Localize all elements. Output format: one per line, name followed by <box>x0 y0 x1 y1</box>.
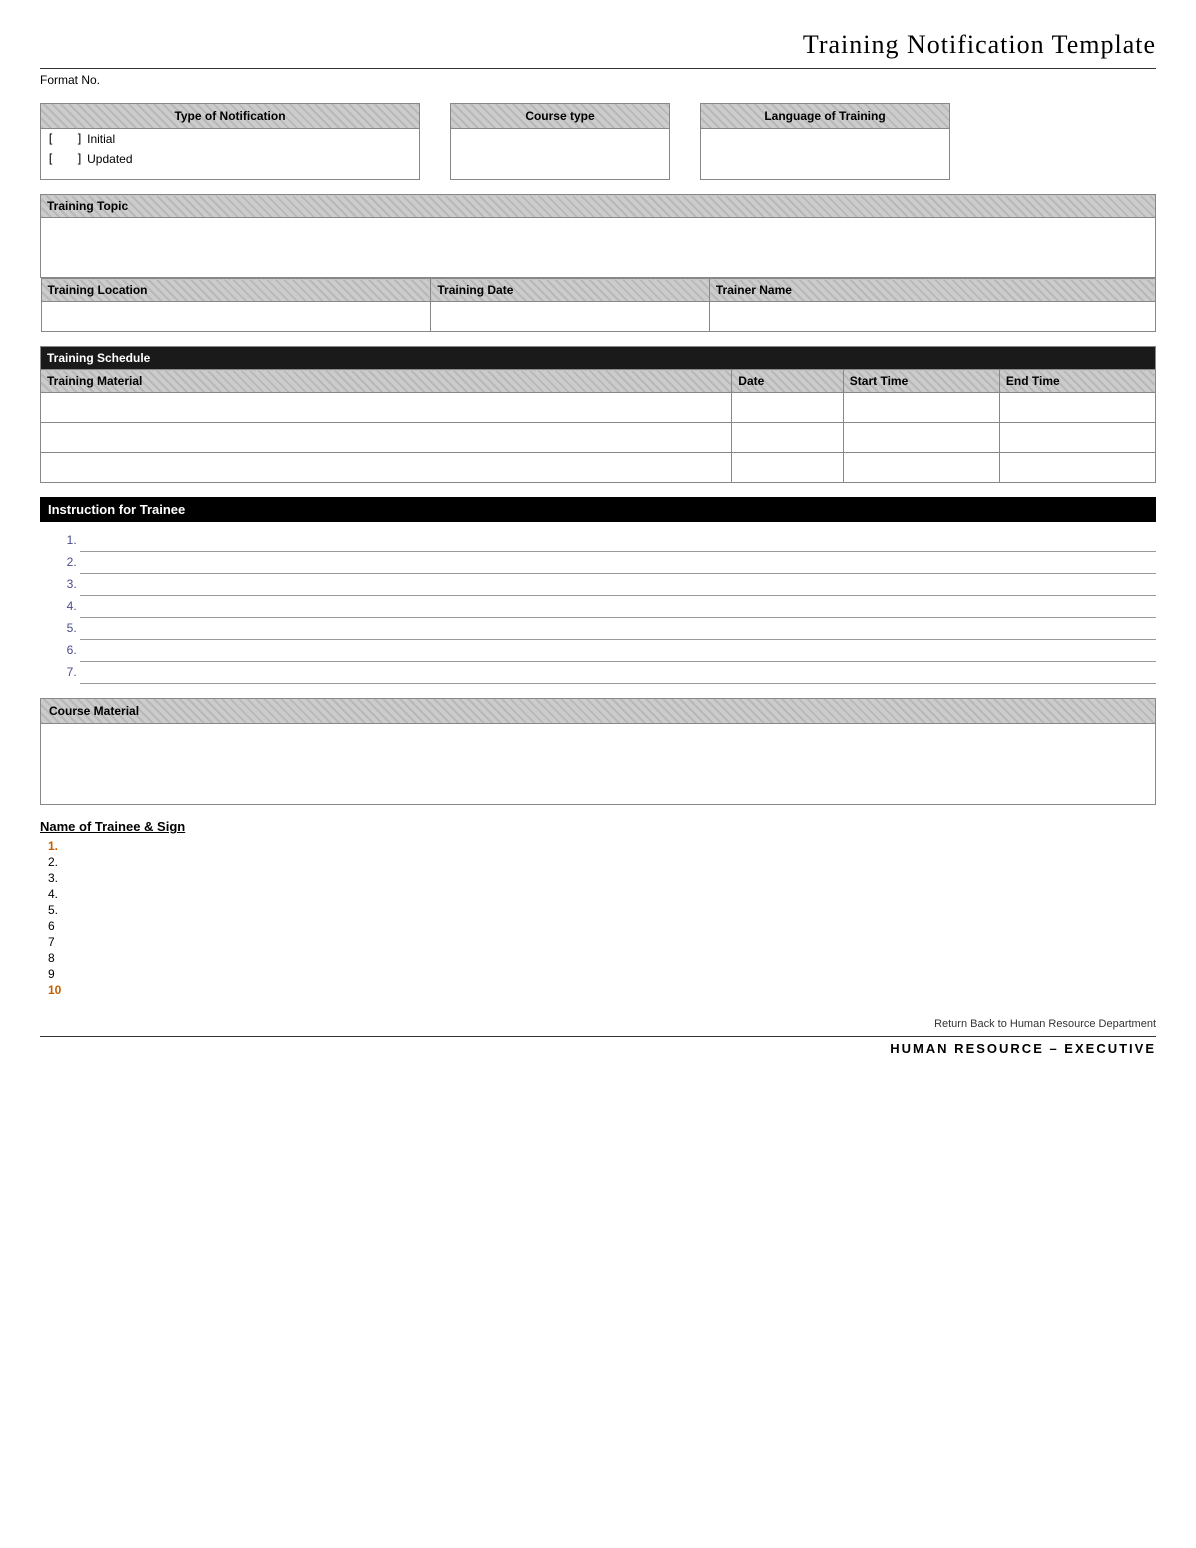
course-type-header: Course type <box>451 104 669 129</box>
end-time-row3 <box>999 453 1155 483</box>
format-no-label: Format No. <box>40 73 100 87</box>
instruction-list <box>40 530 1156 684</box>
initial-bracket: [ ] <box>47 132 83 146</box>
end-time-row1 <box>999 393 1155 423</box>
material-row2 <box>41 423 732 453</box>
material-row3 <box>41 453 732 483</box>
format-no-row: Format No. <box>40 68 1156 87</box>
instruction-item-4 <box>80 596 1156 618</box>
start-time-row3 <box>843 453 999 483</box>
course-type-col: Course type <box>450 103 670 180</box>
trainee-title: Name of Trainee & Sign <box>40 819 1156 834</box>
course-type-body <box>451 129 669 179</box>
trainee-item-4: 4. <box>48 886 1156 902</box>
trainee-item-9: 9 <box>48 966 1156 982</box>
material-row1 <box>41 393 732 423</box>
start-time-header: Start Time <box>843 370 999 393</box>
top-section: Type of Notification [ ] Initial [ ] Upd… <box>40 103 1156 180</box>
type-of-notification-col: Type of Notification [ ] Initial [ ] Upd… <box>40 103 420 180</box>
trainee-item-7: 7 <box>48 934 1156 950</box>
initial-row: [ ] Initial <box>41 129 419 149</box>
updated-row: [ ] Updated <box>41 149 419 169</box>
training-topic-data <box>41 218 1156 278</box>
date-row2 <box>732 423 844 453</box>
instruction-item-3 <box>80 574 1156 596</box>
date-header: Date <box>732 370 844 393</box>
instruction-item-1 <box>80 530 1156 552</box>
date-row3 <box>732 453 844 483</box>
return-note: Return Back to Human Resource Department <box>40 1018 1156 1030</box>
trainer-name-data <box>709 302 1155 332</box>
instruction-item-6 <box>80 640 1156 662</box>
trainee-item-10: 10 <box>48 982 1156 998</box>
training-location-header: Training Location <box>41 279 431 302</box>
training-location-data <box>41 302 431 332</box>
training-topic-header: Training Topic <box>41 195 1156 218</box>
type-of-notification-header: Type of Notification <box>41 104 419 129</box>
course-material-header: Course Material <box>41 699 1155 724</box>
instruction-header: Instruction for Trainee <box>40 497 1156 522</box>
training-topic-table: Training Topic Training Location Trainin… <box>40 194 1156 332</box>
course-material-box: Course Material <box>40 698 1156 805</box>
initial-label: Initial <box>87 132 115 146</box>
trainee-item-1: 1. <box>48 838 1156 854</box>
trainer-name-header: Trainer Name <box>709 279 1155 302</box>
updated-bracket: [ ] <box>47 152 83 166</box>
end-time-header: End Time <box>999 370 1155 393</box>
instruction-item-2 <box>80 552 1156 574</box>
training-material-header: Training Material <box>41 370 732 393</box>
course-material-body <box>41 724 1155 804</box>
training-schedule-header: Training Schedule <box>41 347 1156 370</box>
date-row1 <box>732 393 844 423</box>
trainee-item-5: 5. <box>48 902 1156 918</box>
updated-label: Updated <box>87 152 132 166</box>
training-date-header: Training Date <box>431 279 710 302</box>
location-date-trainer-table: Training Location Training Date Trainer … <box>41 278 1156 332</box>
start-time-row2 <box>843 423 999 453</box>
trainee-list: 1. 2. 3. 4. 5. 6 7 8 9 10 <box>40 838 1156 998</box>
footer-divider <box>40 1036 1156 1037</box>
trainee-item-2: 2. <box>48 854 1156 870</box>
language-of-training-body <box>701 129 949 179</box>
trainee-item-3: 3. <box>48 870 1156 886</box>
end-time-row2 <box>999 423 1155 453</box>
instruction-item-7 <box>80 662 1156 684</box>
training-date-data <box>431 302 710 332</box>
start-time-row1 <box>843 393 999 423</box>
trainee-section: Name of Trainee & Sign 1. 2. 3. 4. 5. 6 … <box>40 819 1156 998</box>
language-of-training-header: Language of Training <box>701 104 949 129</box>
trainee-item-8: 8 <box>48 950 1156 966</box>
footer-text: HUMAN RESOURCE – EXECUTIVE <box>40 1041 1156 1056</box>
page-title: Training Notification Template <box>40 30 1156 60</box>
language-of-training-col: Language of Training <box>700 103 950 180</box>
instruction-item-5 <box>80 618 1156 640</box>
training-schedule-table: Training Schedule Training Material Date… <box>40 346 1156 483</box>
trainee-item-6: 6 <box>48 918 1156 934</box>
